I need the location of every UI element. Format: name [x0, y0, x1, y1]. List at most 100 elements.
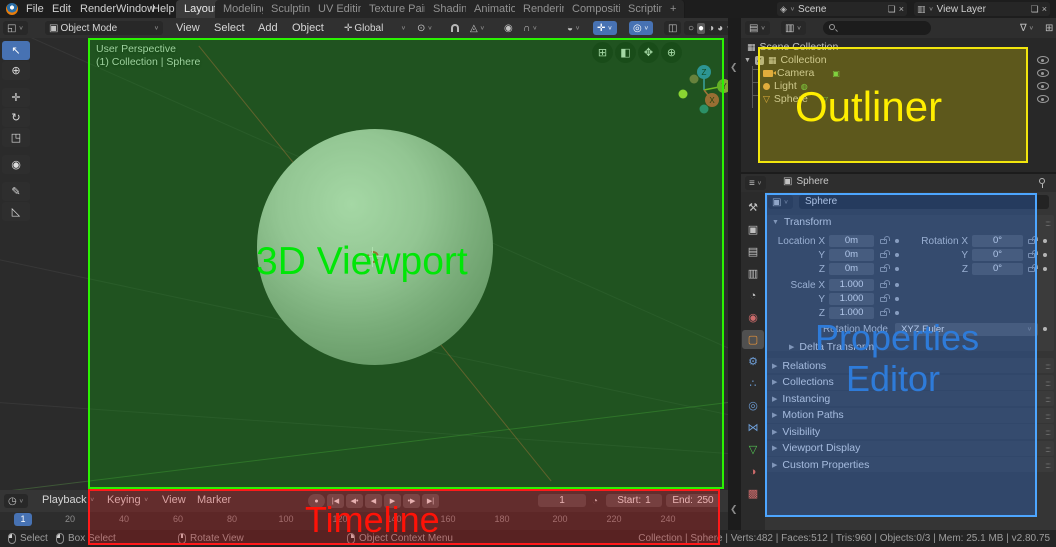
panel-grip[interactable]: ::::: [1045, 395, 1050, 404]
tab-view-layer[interactable]: ▥: [742, 264, 764, 283]
snap-target-dropdown[interactable]: ◬ ∨: [466, 21, 489, 35]
animate-dot[interactable]: [1043, 267, 1047, 271]
show-gizmo-toggle[interactable]: ✛ ∨: [593, 21, 617, 35]
play-reverse-button[interactable]: ◀: [365, 494, 382, 508]
lock-icon[interactable]: [1028, 239, 1035, 244]
panel-collections[interactable]: ▶Collections ::::: [766, 375, 1054, 390]
animate-dot[interactable]: [895, 297, 899, 301]
hide-eye-icon[interactable]: [1037, 56, 1049, 64]
menu-file[interactable]: File: [22, 0, 48, 18]
end-frame-field[interactable]: End: 250: [666, 494, 720, 507]
collection-checkbox[interactable]: ✓: [755, 56, 764, 65]
axis-neg-z-ball[interactable]: [700, 105, 709, 114]
outliner-row-camera[interactable]: Camera ▣: [763, 67, 840, 79]
outliner-row-sphere[interactable]: ▽ Sphere ▽: [763, 93, 828, 105]
close-icon[interactable]: ×: [1042, 4, 1047, 14]
mode-dropdown[interactable]: ▣ Object Mode ∨: [45, 21, 163, 35]
menu-edit[interactable]: Edit: [48, 0, 75, 18]
axis-neg-y-ball[interactable]: [679, 90, 688, 99]
axis-neg-x-ball[interactable]: [690, 75, 699, 84]
copy-icon[interactable]: ❏: [888, 4, 896, 15]
menu-marker[interactable]: Marker: [193, 490, 235, 510]
scale-z-field[interactable]: 1.000: [829, 307, 874, 319]
tab-material[interactable]: ◑: [742, 462, 764, 481]
rotation-z-field[interactable]: 0°: [972, 263, 1023, 275]
display-mode-dropdown[interactable]: ▥ ∨: [781, 21, 806, 35]
tab-object-data[interactable]: ▽: [742, 440, 764, 459]
menu-select[interactable]: Select: [210, 18, 249, 38]
tab-constraints[interactable]: ⋈: [742, 418, 764, 437]
playhead[interactable]: 1: [14, 513, 32, 526]
lock-icon[interactable]: [880, 267, 887, 272]
panel-grip[interactable]: ::::: [1045, 379, 1050, 388]
animate-dot[interactable]: [1043, 253, 1047, 257]
menu-keying[interactable]: Keying∨: [103, 490, 153, 510]
outliner-row-light[interactable]: Light ◍: [763, 80, 808, 92]
menu-add[interactable]: Add: [254, 18, 282, 38]
tool-cursor[interactable]: ⊕: [2, 61, 30, 80]
menu-view[interactable]: View: [172, 18, 204, 38]
transform-orientation-dropdown[interactable]: ✛ Global ∨: [340, 21, 410, 35]
scale-x-field[interactable]: 1.000: [829, 279, 874, 291]
outliner-row-scene-collection[interactable]: ▦ Scene Collection: [747, 41, 838, 53]
menu-object[interactable]: Object: [288, 18, 328, 38]
hide-eye-icon[interactable]: [1037, 82, 1049, 90]
animate-dot[interactable]: [895, 283, 899, 287]
tool-transform[interactable]: ◉: [2, 155, 30, 174]
blender-logo-icon[interactable]: [6, 3, 18, 15]
shading-material-icon[interactable]: ◑: [708, 23, 714, 34]
snap-toggle[interactable]: [447, 21, 463, 35]
view-layer-selector[interactable]: ▥ ∨ View Layer ❏ ×: [914, 2, 1050, 16]
location-y-field[interactable]: 0m: [829, 249, 874, 261]
tool-measure[interactable]: ◺: [2, 202, 30, 221]
panel-instancing[interactable]: ▶Instancing ::::: [766, 391, 1054, 406]
tool-move[interactable]: ✛: [2, 88, 30, 107]
shading-solid-icon[interactable]: ●: [697, 23, 705, 34]
rotation-mode-dropdown[interactable]: XYZ Euler ∨: [895, 323, 1038, 336]
panel-grip[interactable]: ::::: [1045, 461, 1050, 470]
location-x-field[interactable]: 0m: [829, 235, 874, 247]
panel-grip[interactable]: ::::: [1045, 219, 1050, 228]
timeline-ruler[interactable]: 1 20 40 60 80 100 120 140 160 180 200 22…: [0, 512, 728, 530]
rotation-y-field[interactable]: 0°: [972, 249, 1023, 261]
tab-physics[interactable]: ◎: [742, 396, 764, 415]
panel-grip[interactable]: ::::: [1045, 362, 1050, 371]
ortho-grid-button[interactable]: ⊞: [592, 42, 613, 63]
lock-icon[interactable]: [880, 297, 887, 302]
xray-toggle[interactable]: ◫: [664, 21, 681, 35]
shading-wireframe-icon[interactable]: ○: [688, 23, 694, 34]
lock-icon[interactable]: [880, 283, 887, 288]
expand-arrow-icon[interactable]: ▼: [744, 57, 751, 64]
editor-type-button[interactable]: ≡ ∨: [745, 176, 766, 190]
hide-eye-icon[interactable]: [1037, 95, 1049, 103]
animate-dot[interactable]: [895, 311, 899, 315]
copy-icon[interactable]: ❏: [1031, 4, 1039, 15]
sphere-object[interactable]: [257, 129, 493, 365]
lock-icon[interactable]: [880, 311, 887, 316]
viewport-3d[interactable]: ↖ ⊕ ✛ ↻ ◳ ◉ ✎ ◺ User Perspective (1) Col…: [0, 38, 728, 490]
panel-motion-paths[interactable]: ▶Motion Paths ::::: [766, 408, 1054, 423]
animate-dot[interactable]: [1043, 239, 1047, 243]
lock-icon[interactable]: [880, 239, 887, 244]
tab-output[interactable]: ▤: [742, 242, 764, 261]
prev-keyframe-button[interactable]: ◀•: [346, 494, 363, 508]
collapse-arrow-icon[interactable]: ▼: [772, 219, 779, 226]
filter-dropdown[interactable]: ∇ ∨: [1016, 21, 1038, 35]
start-frame-field[interactable]: Start: 1: [606, 494, 662, 507]
lock-icon[interactable]: [1028, 253, 1035, 258]
panel-grip[interactable]: ::::: [1045, 428, 1050, 437]
tab-world[interactable]: ◉: [742, 308, 764, 327]
tool-scale[interactable]: ◳: [2, 128, 30, 147]
location-z-field[interactable]: 0m: [829, 263, 874, 275]
tool-select-box[interactable]: ↖: [2, 41, 30, 60]
pin-icon[interactable]: [1039, 178, 1045, 184]
play-button[interactable]: ▶: [384, 494, 401, 508]
menu-playback[interactable]: Playback∨: [38, 490, 99, 510]
zoom-button[interactable]: ⊕: [661, 42, 682, 63]
visibility-dropdown[interactable]: ◒ ∨: [563, 21, 584, 35]
animate-dot[interactable]: [895, 253, 899, 257]
scale-y-field[interactable]: 1.000: [829, 293, 874, 305]
animate-dot[interactable]: [1043, 327, 1047, 331]
panel-viewport-display[interactable]: ▶Viewport Display ::::: [766, 441, 1054, 456]
delta-transform-panel[interactable]: ▶ Delta Transform: [789, 340, 874, 353]
